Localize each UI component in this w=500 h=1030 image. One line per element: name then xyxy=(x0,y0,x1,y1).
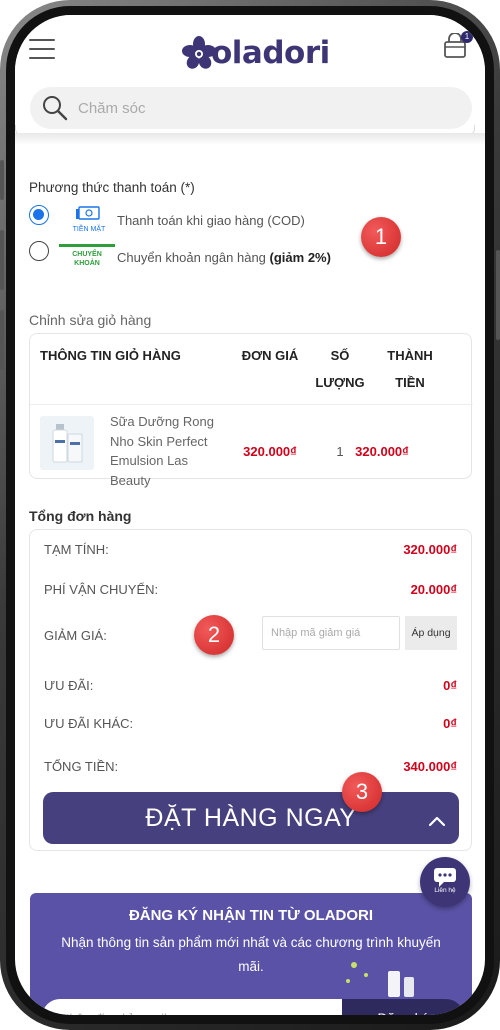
coupon-code-input[interactable] xyxy=(262,616,400,650)
payment-bank-discount: (giảm 2%) xyxy=(269,250,331,265)
header-quantity: SỐ LƯỢNG xyxy=(315,342,365,396)
cart-table: THÔNG TIN GIỎ HÀNG ĐƠN GIÁ SỐ LƯỢNG THÀN… xyxy=(29,333,473,488)
power-button xyxy=(496,250,500,340)
cart-button[interactable]: 1 xyxy=(443,31,473,59)
payment-cod-radio[interactable] xyxy=(29,205,49,225)
other-promo-value: 0₫ xyxy=(443,716,457,731)
product-total: 320.000₫ xyxy=(355,444,409,459)
menu-icon[interactable] xyxy=(29,39,55,59)
annotation-marker-2: 2 xyxy=(194,615,234,655)
volume-up-button xyxy=(0,230,4,290)
section-shadow xyxy=(15,133,485,145)
apply-coupon-button[interactable]: Áp dụng xyxy=(405,616,457,650)
chevron-up-icon[interactable] xyxy=(423,808,451,836)
header-unit-price: ĐƠN GIÁ xyxy=(241,348,299,363)
newsletter-section: ĐĂNG KÝ NHẬN TIN TỪ OLADORI Nhận thông t… xyxy=(30,893,472,1015)
annotation-marker-3: 3 xyxy=(342,772,382,812)
site-logo[interactable]: oladori xyxy=(181,33,330,73)
newsletter-email-input[interactable] xyxy=(42,999,342,1015)
search-input[interactable] xyxy=(78,99,438,117)
header-total-line-1: THÀNH xyxy=(387,348,433,363)
total-label: TỔNG TIỀN: xyxy=(44,759,119,774)
header-cart-info: THÔNG TIN GIỎ HÀNG xyxy=(40,348,181,363)
subtotal-value: 320.000₫ xyxy=(403,542,457,557)
cart-count-badge: 1 xyxy=(461,31,473,43)
table-divider xyxy=(30,404,473,405)
edit-cart-link[interactable]: Chỉnh sửa giỏ hàng xyxy=(29,312,151,328)
site-header: oladori 1 xyxy=(15,15,485,93)
product-bottle-image xyxy=(52,424,83,463)
payment-bank-radio[interactable] xyxy=(29,241,49,261)
header-total-line-2: TIỀN xyxy=(395,375,425,390)
search-icon xyxy=(43,96,68,121)
product-name[interactable]: Sữa Dưỡng Rong Nho Skin Perfect Emulsion… xyxy=(110,412,225,490)
header-total: THÀNH TIỀN xyxy=(380,342,440,396)
payment-cod-label[interactable]: Thanh toán khi giao hàng (COD) xyxy=(117,213,305,228)
promo-value: 0₫ xyxy=(443,678,457,693)
newsletter-title: ĐĂNG KÝ NHẬN TIN TỪ OLADORI xyxy=(128,907,374,924)
newsletter-subscribe-button[interactable]: Đăng ký xyxy=(342,999,464,1015)
decorative-dots xyxy=(346,962,414,997)
subtotal-label: TẠM TÍNH: xyxy=(44,542,109,557)
shipping-label: PHÍ VẬN CHUYỂN: xyxy=(44,582,159,597)
other-promo-label: ƯU ĐÃI KHÁC: xyxy=(44,716,134,731)
product-unit-price: 320.000₫ xyxy=(243,444,297,459)
mute-switch xyxy=(0,160,4,200)
total-value: 340.000₫ xyxy=(403,759,457,774)
payment-method-title: Phương thức thanh toán (*) xyxy=(29,180,195,195)
logo-text: oladori xyxy=(211,35,330,71)
cash-icon: TIỀN MẶT xyxy=(67,205,111,235)
shipping-value: 20.000₫ xyxy=(410,582,457,597)
bank-icon-caption-1: CHUYỂN xyxy=(72,251,102,258)
bank-transfer-icon: CHUYỂN KHOẢN xyxy=(59,244,115,274)
payment-bank-label[interactable]: Chuyển khoản ngân hàng (giảm 2%) xyxy=(117,250,331,265)
product-thumbnail[interactable] xyxy=(40,416,94,470)
promo-label: ƯU ĐÃI: xyxy=(44,678,94,693)
cash-icon-caption: TIỀN MẶT xyxy=(72,226,106,233)
chat-icon xyxy=(434,868,456,887)
annotation-marker-1: 1 xyxy=(361,217,401,257)
bank-icon-caption-2: KHOẢN xyxy=(74,260,100,267)
header-quantity-line-1: SỐ xyxy=(330,348,350,363)
discount-label: GIẢM GIÁ: xyxy=(44,628,107,643)
contact-label: Liên hệ xyxy=(434,887,456,894)
search-bar[interactable] xyxy=(30,87,472,129)
volume-down-button xyxy=(0,310,4,370)
order-summary-title: Tổng đơn hàng xyxy=(29,508,132,524)
header-quantity-line-2: LƯỢNG xyxy=(315,375,365,390)
contact-chat-button[interactable]: Liên hệ xyxy=(420,857,470,907)
payment-bank-text: Chuyển khoản ngân hàng xyxy=(117,250,266,265)
phone-frame: oladori 1 Phương thức thanh toán (*) xyxy=(0,0,500,1030)
phone-screen: oladori 1 Phương thức thanh toán (*) xyxy=(15,15,485,1015)
place-order-button[interactable]: ĐẶT HÀNG NGAY xyxy=(43,792,459,844)
